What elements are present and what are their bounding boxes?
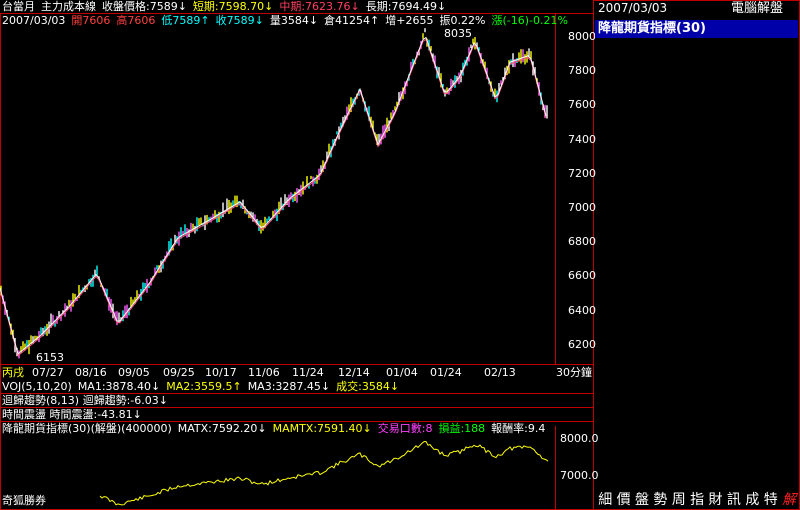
dragon-item-2: MAMTX:7591.40↓ bbox=[272, 422, 372, 435]
header-item-3: 短期:7598.70↓ bbox=[192, 0, 274, 13]
voj-item-4: 成交:3584↓ bbox=[336, 380, 400, 393]
sidebar-tab[interactable]: 盤 bbox=[633, 491, 651, 509]
sidebar-frame bbox=[593, 0, 800, 510]
low-price-marker: 6153 bbox=[36, 351, 64, 364]
quote-item-2: 高7606 bbox=[116, 14, 156, 27]
sub-axis-tick-8000: 8000.0 bbox=[560, 432, 599, 445]
header-row-1: 台當月 主力成本線 收盤價格:7589↓ 短期:7598.70↓ 中期:7623.76↓… bbox=[2, 0, 452, 13]
high-price-marker: 8035 bbox=[444, 27, 472, 40]
period-label[interactable]: 30分鐘 bbox=[556, 366, 592, 379]
sidebar-date: 2007/03/03 bbox=[598, 1, 668, 15]
trend-value: 迴歸趨勢:-6.03↓ bbox=[82, 394, 168, 407]
time-tick: 丙戌 bbox=[2, 366, 24, 379]
time-tick: 08/16 bbox=[75, 366, 107, 379]
dragon-indicator-chart[interactable] bbox=[0, 436, 556, 510]
quote-item-1: 開7606 bbox=[71, 14, 111, 27]
quote-item-6: 倉41254↑ bbox=[324, 14, 380, 27]
price-tick: 7600 bbox=[568, 98, 596, 112]
price-tick: 8000 bbox=[568, 30, 596, 43]
header-item-4: 中期:7623.76↓ bbox=[279, 0, 360, 13]
long-term-line bbox=[0, 36, 547, 355]
quote-item-9: 漲(-16)-0.21% bbox=[491, 14, 568, 27]
sidebar-tab[interactable]: 成 bbox=[743, 491, 761, 509]
header-row-2: 2007/03/03 開7606 高7606 低7589↑ 收7589↓ 量3584↓ 倉4… bbox=[2, 14, 574, 27]
dragon-item-0: 降龍期貨指標(30)(解盤)(400000) bbox=[2, 422, 172, 435]
quote-item-0: 2007/03/03 bbox=[2, 14, 66, 27]
price-tick: 6400 bbox=[568, 303, 596, 317]
dragon-item-5: 報酬率:9.4 bbox=[491, 422, 546, 435]
price-tick: 6200 bbox=[568, 337, 596, 351]
voj-item-3: MA3:3287.45↓ bbox=[247, 380, 331, 393]
dragon-indicator-row: 降龍期貨指標(30)(解盤)(400000) MATX:7592.20↓ MAMTX… bbox=[2, 422, 551, 435]
sidebar-tab[interactable]: 特 bbox=[762, 491, 780, 509]
sidebar-tab[interactable]: 指 bbox=[688, 491, 706, 509]
candlestick-chart[interactable] bbox=[0, 28, 556, 364]
dragon-item-4: 損益:188 bbox=[438, 422, 486, 435]
quote-item-5: 量3584↓ bbox=[269, 14, 319, 27]
price-tick: 6600 bbox=[568, 269, 596, 283]
sub-axis-tick-7000: 7000.0 bbox=[560, 469, 599, 482]
time-tick: 01/24 bbox=[430, 366, 462, 379]
time-tick: 07/27 bbox=[32, 366, 64, 379]
medium-term-line bbox=[0, 38, 547, 357]
price-tick: 6800 bbox=[568, 235, 596, 249]
price-tick: 7800 bbox=[568, 64, 596, 78]
sidebar-title: 電腦解盤 bbox=[731, 1, 784, 16]
time-tick: 12/14 bbox=[338, 366, 370, 379]
time-indicator-row: 時間震盪 時間震盪:-43.81↓ bbox=[2, 408, 142, 421]
quote-item-8: 振0.22% bbox=[439, 14, 486, 27]
time-value: 時間震盪:-43.81↓ bbox=[49, 408, 142, 421]
time-axis-line bbox=[0, 364, 594, 365]
sidebar-tab[interactable]: 財 bbox=[706, 491, 724, 509]
quote-item-7: 增+2655 bbox=[385, 14, 434, 27]
broker-label: 奇狐勝券 bbox=[2, 494, 46, 507]
header-item-1: 主力成本線 bbox=[41, 0, 96, 13]
dragon-indicator-line bbox=[99, 440, 549, 506]
sidebar-tab[interactable]: 勢 bbox=[651, 491, 669, 509]
trend-indicator-row: 迴歸趨勢(8,13) 迴歸趨勢:-6.03↓ bbox=[2, 394, 168, 407]
sidebar-tab[interactable]: 解 bbox=[780, 491, 798, 509]
sidebar-tab[interactable]: 細 bbox=[596, 491, 614, 509]
time-tick: 10/17 bbox=[205, 366, 237, 379]
time-tick: 11/06 bbox=[248, 366, 280, 379]
time-label: 時間震盪 bbox=[2, 408, 46, 421]
indicator-name-bar[interactable]: 降龍期貨指標(30) bbox=[595, 20, 798, 38]
dragon-item-1: MATX:7592.20↓ bbox=[177, 422, 267, 435]
price-tick: 7000 bbox=[568, 201, 596, 214]
voj-item-1: MA1:3878.40↓ bbox=[77, 380, 161, 393]
quote-item-3: 低7589↑ bbox=[161, 14, 210, 27]
price-tick: 7400 bbox=[568, 132, 596, 146]
header-item-5: 長期:7694.49↓ bbox=[365, 0, 447, 13]
header-item-0: 台當月 bbox=[2, 0, 35, 13]
sidebar-tab-bar: 細價盤勢周指財訊成特解 bbox=[596, 491, 799, 509]
price-tick: 7200 bbox=[568, 166, 596, 180]
quote-item-4: 收7589↓ bbox=[215, 14, 264, 27]
voj-item-2: MA2:3559.5↑ bbox=[166, 380, 242, 393]
dragon-item-3: 交易口數:8 bbox=[377, 422, 433, 435]
time-tick: 01/04 bbox=[386, 366, 418, 379]
header-item-2: 收盤價格:7589↓ bbox=[102, 0, 187, 13]
voj-indicator-row: VOJ(5,10,20) MA1:3878.40↓ MA2:3559.5↑ MA3:3… bbox=[2, 380, 405, 393]
sidebar-tab[interactable]: 訊 bbox=[725, 491, 743, 509]
time-tick: 11/24 bbox=[292, 366, 324, 379]
sidebar-tab[interactable]: 周 bbox=[670, 491, 688, 509]
trend-label: 迴歸趨勢(8,13) bbox=[2, 394, 80, 407]
sidebar-tab[interactable]: 價 bbox=[614, 491, 632, 509]
time-tick: 09/25 bbox=[163, 366, 195, 379]
time-tick: 02/13 bbox=[484, 366, 516, 379]
time-tick: 09/05 bbox=[118, 366, 150, 379]
voj-item-0: VOJ(5,10,20) bbox=[2, 380, 72, 393]
